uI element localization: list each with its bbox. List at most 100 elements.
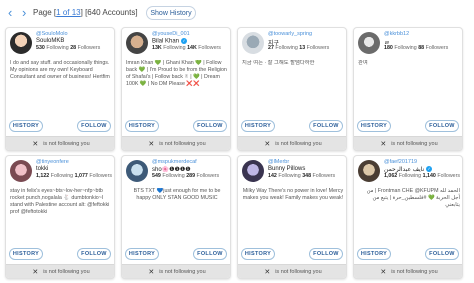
avatar[interactable] [358,32,380,54]
display-name-row: نايف عبدالرحمن ✓ [384,166,433,173]
following-count: 13K [152,45,162,51]
following-count: 1,062 [384,173,398,179]
next-page-button[interactable]: › [22,6,26,20]
follow-button[interactable]: FOLLOW [77,248,111,260]
follow-status-text: is not following you [391,140,438,147]
card-header: @mspukmerdecaf sho🌸❶❶❶❶ 549 Following 28… [126,159,228,183]
following-label: Following [162,173,185,179]
history-button[interactable]: HISTORY [125,120,159,132]
close-icon: ✕ [32,268,39,276]
follow-button[interactable]: FOLLOW [309,120,343,132]
follow-status-text: is not following you [159,268,206,275]
follow-stats: 1,062 Following 1,140 Followers [384,173,460,179]
account-card: @faef201719 نايف عبدالرحمن ✓ 1,062 Follow… [353,155,463,279]
avatar[interactable] [126,160,148,182]
follow-status-text: is not following you [43,140,90,147]
display-name: Bilal Khan [152,38,180,45]
history-button[interactable]: HISTORY [241,120,275,132]
account-handle[interactable]: @tinyeonfere [36,159,69,165]
account-handle[interactable]: @youseDi_001 [152,31,190,37]
account-bio: Imran Khan 💚 | Ghani Khan 💚 | Follow bac… [126,60,227,87]
prev-page-button[interactable]: ‹ [8,6,12,20]
display-name: tokki [36,166,49,172]
followers-label: Followers [437,173,461,179]
account-bio: stay in felix's eyes~bts~lov-her~nfp~btb… [10,188,110,215]
followers-count: 1,140 [422,173,436,179]
follow-status-bar: ✕ is not following you [238,264,346,278]
follow-button[interactable]: FOLLOW [193,120,227,132]
followers-label: Followers [425,45,449,51]
account-bio: I do and say stuff. and occasionally thi… [10,60,110,80]
account-card: @lMerbr Bunny Pillows 142 Following 348 … [237,155,347,279]
following-label: Following [275,45,298,51]
follow-button[interactable]: FOLLOW [425,120,459,132]
followers-label: Followers [198,45,221,51]
following-count: 1,122 [36,173,50,179]
card-header: @SouloMolo SouloMKB 530 Following 28 Fol… [10,31,112,55]
account-handle[interactable]: @faef201719 [384,159,417,165]
follow-status-text: is not following you [391,268,438,275]
followers-label: Followers [77,45,101,51]
history-button[interactable]: HISTORY [357,248,391,260]
avatar[interactable] [10,32,32,54]
following-label: Following [278,173,301,179]
following-label: Following [394,45,417,51]
follow-status-bar: ✕ is not following you [6,264,114,278]
verified-badge-icon: ✓ [181,38,188,44]
show-history-button[interactable]: Show History [146,6,196,20]
account-handle[interactable]: @SouloMolo [36,31,68,37]
follow-status-text: is not following you [159,140,206,147]
history-button[interactable]: HISTORY [9,120,43,132]
follow-button[interactable]: FOLLOW [193,248,227,260]
close-icon: ✕ [148,140,155,148]
close-icon: ✕ [148,268,155,276]
account-bio: Milky Way There's no power in love! Merc… [242,188,344,201]
followers-count: 88 [418,45,425,51]
follow-stats: 180 Following 88 Followers [384,45,448,51]
card-header: @toowarly_spring 지구 27 Following 13 Foll… [242,31,344,55]
account-card: @youseDi_001 Bilal Khan ✓ 13K Following 1… [121,27,231,151]
history-button[interactable]: HISTORY [241,248,275,260]
history-button[interactable]: HISTORY [9,248,43,260]
avatar[interactable] [358,160,380,182]
card-header: @tinyeonfere tokki 1,122 Following 1,077… [10,159,112,183]
display-name-row: tokki [36,166,48,172]
avatar[interactable] [242,32,264,54]
followers-label: Followers [306,45,330,51]
card-header: @lMerbr Bunny Pillows 142 Following 348 … [242,159,344,183]
page-select-link[interactable]: 1 of 13 [56,8,80,17]
follow-button[interactable]: FOLLOW [77,120,111,132]
account-card: @toowarly_spring 지구 27 Following 13 Foll… [237,27,347,151]
card-header: @kkrbb12 ㄹ 180 Following 88 Followers [358,31,460,55]
following-count: 530 [36,45,45,51]
follow-status-bar: ✕ is not following you [238,136,346,150]
followers-count: 28 [70,45,77,51]
account-handle[interactable]: @toowarly_spring [268,31,312,37]
follow-status-bar: ✕ is not following you [6,136,114,150]
avatar[interactable] [242,160,264,182]
followers-count: 13 [299,45,306,51]
account-handle[interactable]: @mspukmerdecaf [152,159,197,165]
avatar[interactable] [10,160,32,182]
history-button[interactable]: HISTORY [125,248,159,260]
pagination-bar: ‹ › Page [1 of 13] [640 Accounts] Show H… [0,0,474,26]
card-header: @youseDi_001 Bilal Khan ✓ 13K Following 1… [126,31,228,55]
followers-count: 14K [187,45,197,51]
follow-button[interactable]: FOLLOW [425,248,459,260]
follow-button[interactable]: FOLLOW [309,248,343,260]
history-button[interactable]: HISTORY [357,120,391,132]
follow-stats: 13K Following 14K Followers [152,45,221,51]
account-bio: 관여 [358,60,368,66]
display-name-row: SouloMKB [36,38,64,44]
account-handle[interactable]: @lMerbr [268,159,289,165]
follow-status-text: is not following you [43,268,90,275]
display-name-row: Bunny Pillows [268,166,305,172]
close-icon: ✕ [264,268,271,276]
following-label: Following [50,173,74,179]
account-card: @SouloMolo SouloMKB 530 Following 28 Fol… [5,27,115,151]
account-handle[interactable]: @kkrbb12 [384,31,409,37]
verified-badge-icon: ✓ [426,166,433,173]
following-label: Following [398,173,422,179]
display-name: SouloMKB [36,38,65,44]
avatar[interactable] [126,32,148,54]
